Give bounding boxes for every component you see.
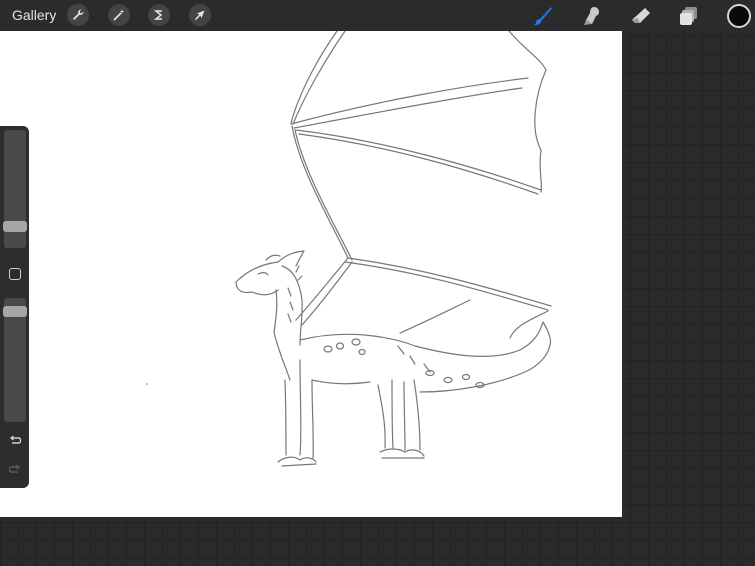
opacity-thumb[interactable] [3,306,27,317]
layers-icon[interactable] [677,4,701,28]
wrench-icon [73,9,84,20]
gallery-button[interactable]: Gallery [12,7,56,23]
brush-sidebar [0,126,29,488]
selection-button[interactable] [148,4,170,26]
undo-icon[interactable] [8,435,22,447]
tail-strokes [397,321,552,393]
smudge-icon[interactable] [580,4,604,28]
brush-size-thumb[interactable] [3,221,27,232]
brush-icon[interactable] [531,4,555,28]
leg-strokes [277,359,425,467]
drawing-canvas[interactable] [0,31,622,517]
modify-button[interactable] [9,268,21,280]
transform-button[interactable] [189,4,211,26]
redo-icon[interactable] [8,464,22,476]
transform-arrow-icon [194,10,205,21]
actions-button[interactable] [67,4,89,26]
eraser-icon[interactable] [629,4,653,28]
body-strokes [273,331,416,385]
selection-icon [153,10,163,20]
head-strokes [235,250,305,346]
magic-wand-icon [113,9,125,21]
dragon-sketch [146,31,552,467]
top-toolbar: Gallery [0,0,755,31]
stray-dot [146,383,148,385]
wing-strokes [290,31,552,339]
color-picker-button[interactable] [727,4,751,28]
adjustments-button[interactable] [108,4,130,26]
